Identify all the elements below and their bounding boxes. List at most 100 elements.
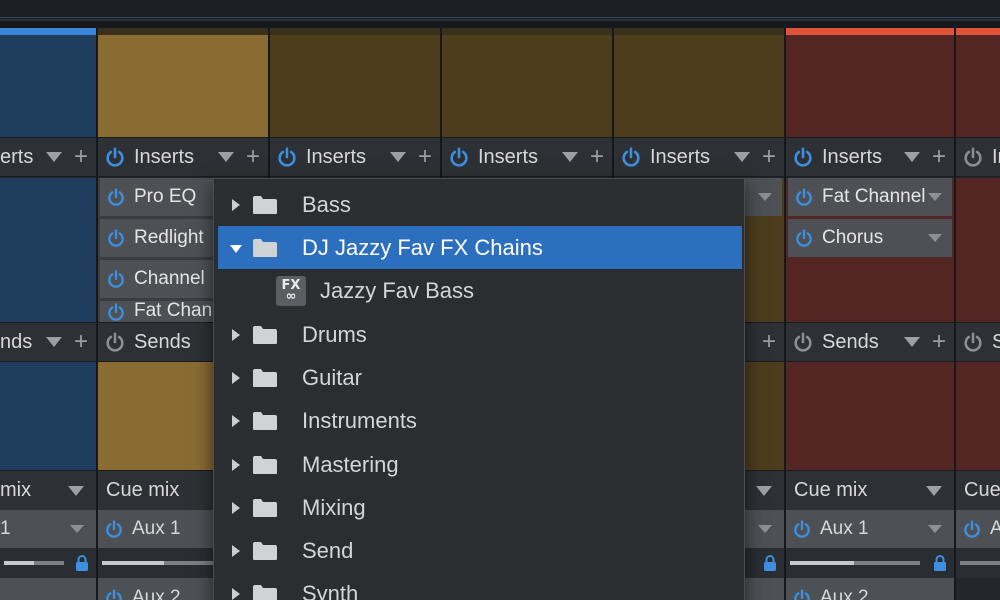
cue-mix-selector[interactable]: Cue [956,470,1000,510]
power-icon[interactable] [620,146,642,168]
aux-send-slot[interactable]: Aux 1 [786,510,954,548]
add-insert-icon[interactable]: + [762,145,776,169]
menu-folder-guitar[interactable]: Guitar [218,356,742,399]
collapse-arrow-icon[interactable] [230,244,242,253]
power-icon[interactable] [106,187,126,207]
power-icon[interactable] [104,588,124,600]
inserts-header[interactable]: In [956,137,1000,177]
menu-folder-dj-jazzy-fav-fx-chains[interactable]: DJ Jazzy Fav FX Chains [218,226,742,269]
power-icon[interactable] [792,331,814,353]
channel-color-bar [442,28,612,35]
inserts-header[interactable]: Inserts + [270,137,440,177]
menu-folder-mastering[interactable]: Mastering [218,443,742,486]
inserts-header[interactable]: Inserts + [614,137,784,177]
inserts-header[interactable]: Inserts + [442,137,612,177]
lock-icon[interactable] [762,554,778,572]
cue-mix-selector[interactable]: mix [0,470,96,510]
sends-header[interactable]: S [956,322,1000,362]
menu-folder-bass[interactable]: Bass [218,183,742,226]
cue-mix-dropdown-icon[interactable] [926,486,942,496]
power-icon[interactable] [276,146,298,168]
add-send-icon[interactable]: + [74,330,88,354]
aux-dropdown-icon[interactable] [928,525,942,533]
send-level-fader[interactable] [0,548,96,578]
power-icon[interactable] [792,146,814,168]
inserts-dropdown-icon[interactable] [734,152,750,162]
power-icon[interactable] [106,228,126,248]
add-insert-icon[interactable]: + [590,145,604,169]
sends-header[interactable]: Sends + [786,322,954,362]
inserts-dropdown-icon[interactable] [904,152,920,162]
insert-slot[interactable]: Fat Channel [788,178,952,216]
inserts-header[interactable]: Inserts + [98,137,268,177]
inserts-dropdown-icon[interactable] [218,152,234,162]
inserts-header[interactable]: Inserts + [786,137,954,177]
inserts-label: Inserts [306,145,367,168]
insert-slot-dropdown-icon[interactable] [928,234,942,242]
aux-send-slot-2[interactable]: Aux 2 [786,578,954,600]
power-icon[interactable] [794,187,814,207]
menu-item-jazzy-fav-bass[interactable]: FX ∞ Jazzy Fav Bass [218,269,742,312]
expand-arrow-icon[interactable] [232,371,240,384]
menu-folder-drums[interactable]: Drums [218,313,742,356]
folder-icon [252,238,278,258]
inserts-dropdown-icon[interactable] [46,152,62,162]
cue-mix-label: Cue [964,479,1000,501]
expand-arrow-icon[interactable] [232,458,240,471]
insert-slot[interactable]: Chorus [788,219,952,257]
expand-arrow-icon[interactable] [232,198,240,211]
power-icon[interactable] [794,228,814,248]
inserts-dropdown-icon[interactable] [390,152,406,162]
expand-arrow-icon[interactable] [232,587,240,600]
add-insert-icon[interactable]: + [74,145,88,169]
power-icon[interactable] [104,146,126,168]
aux-send-slot[interactable]: A [956,510,1000,548]
aux-dropdown-icon[interactable] [758,525,772,533]
cue-mix-dropdown-icon[interactable] [68,486,84,496]
sends-header[interactable]: nds + [0,322,96,362]
power-icon[interactable] [792,519,812,539]
cue-mix-selector[interactable]: Cue mix [786,470,954,510]
menu-folder-send[interactable]: Send [218,529,742,572]
add-insert-icon[interactable]: + [418,145,432,169]
power-icon[interactable] [106,269,126,289]
expand-arrow-icon[interactable] [232,544,240,557]
power-icon[interactable] [962,519,982,539]
send-level-fader[interactable] [786,548,954,578]
aux-send-slot[interactable]: 1 [0,510,96,548]
add-insert-icon[interactable]: + [932,145,946,169]
channel-color-area [614,35,784,137]
power-icon[interactable] [962,146,984,168]
insert-slot-dropdown-icon[interactable] [928,193,942,201]
cue-mix-dropdown-icon[interactable] [756,486,772,496]
power-icon[interactable] [792,588,812,600]
add-send-icon[interactable]: + [932,330,946,354]
aux-send-label: 1 [0,518,11,539]
sends-label: S [992,330,1000,353]
sends-label: Sends [822,330,879,353]
power-icon[interactable] [448,146,470,168]
menu-folder-synth[interactable]: Synth [218,572,742,600]
power-icon[interactable] [962,331,984,353]
inserts-header[interactable]: erts + [0,137,96,177]
power-icon[interactable] [104,331,126,353]
sends-dropdown-icon[interactable] [904,337,920,347]
lock-icon[interactable] [74,554,90,572]
aux-send-slot-2[interactable] [0,578,96,600]
insert-slot-dropdown-icon[interactable] [758,193,772,201]
aux-dropdown-icon[interactable] [70,525,84,533]
menu-folder-mixing[interactable]: Mixing [218,486,742,529]
add-insert-icon[interactable]: + [246,145,260,169]
power-icon[interactable] [104,519,124,539]
inserts-dropdown-icon[interactable] [562,152,578,162]
send-level-fader[interactable] [956,548,1000,578]
sends-dropdown-icon[interactable] [46,337,62,347]
lock-icon[interactable] [932,554,948,572]
add-send-icon[interactable]: + [762,330,776,354]
channel-color-area [270,35,440,137]
expand-arrow-icon[interactable] [232,414,240,427]
power-icon[interactable] [106,302,126,322]
menu-folder-instruments[interactable]: Instruments [218,399,742,442]
expand-arrow-icon[interactable] [232,501,240,514]
expand-arrow-icon[interactable] [232,328,240,341]
